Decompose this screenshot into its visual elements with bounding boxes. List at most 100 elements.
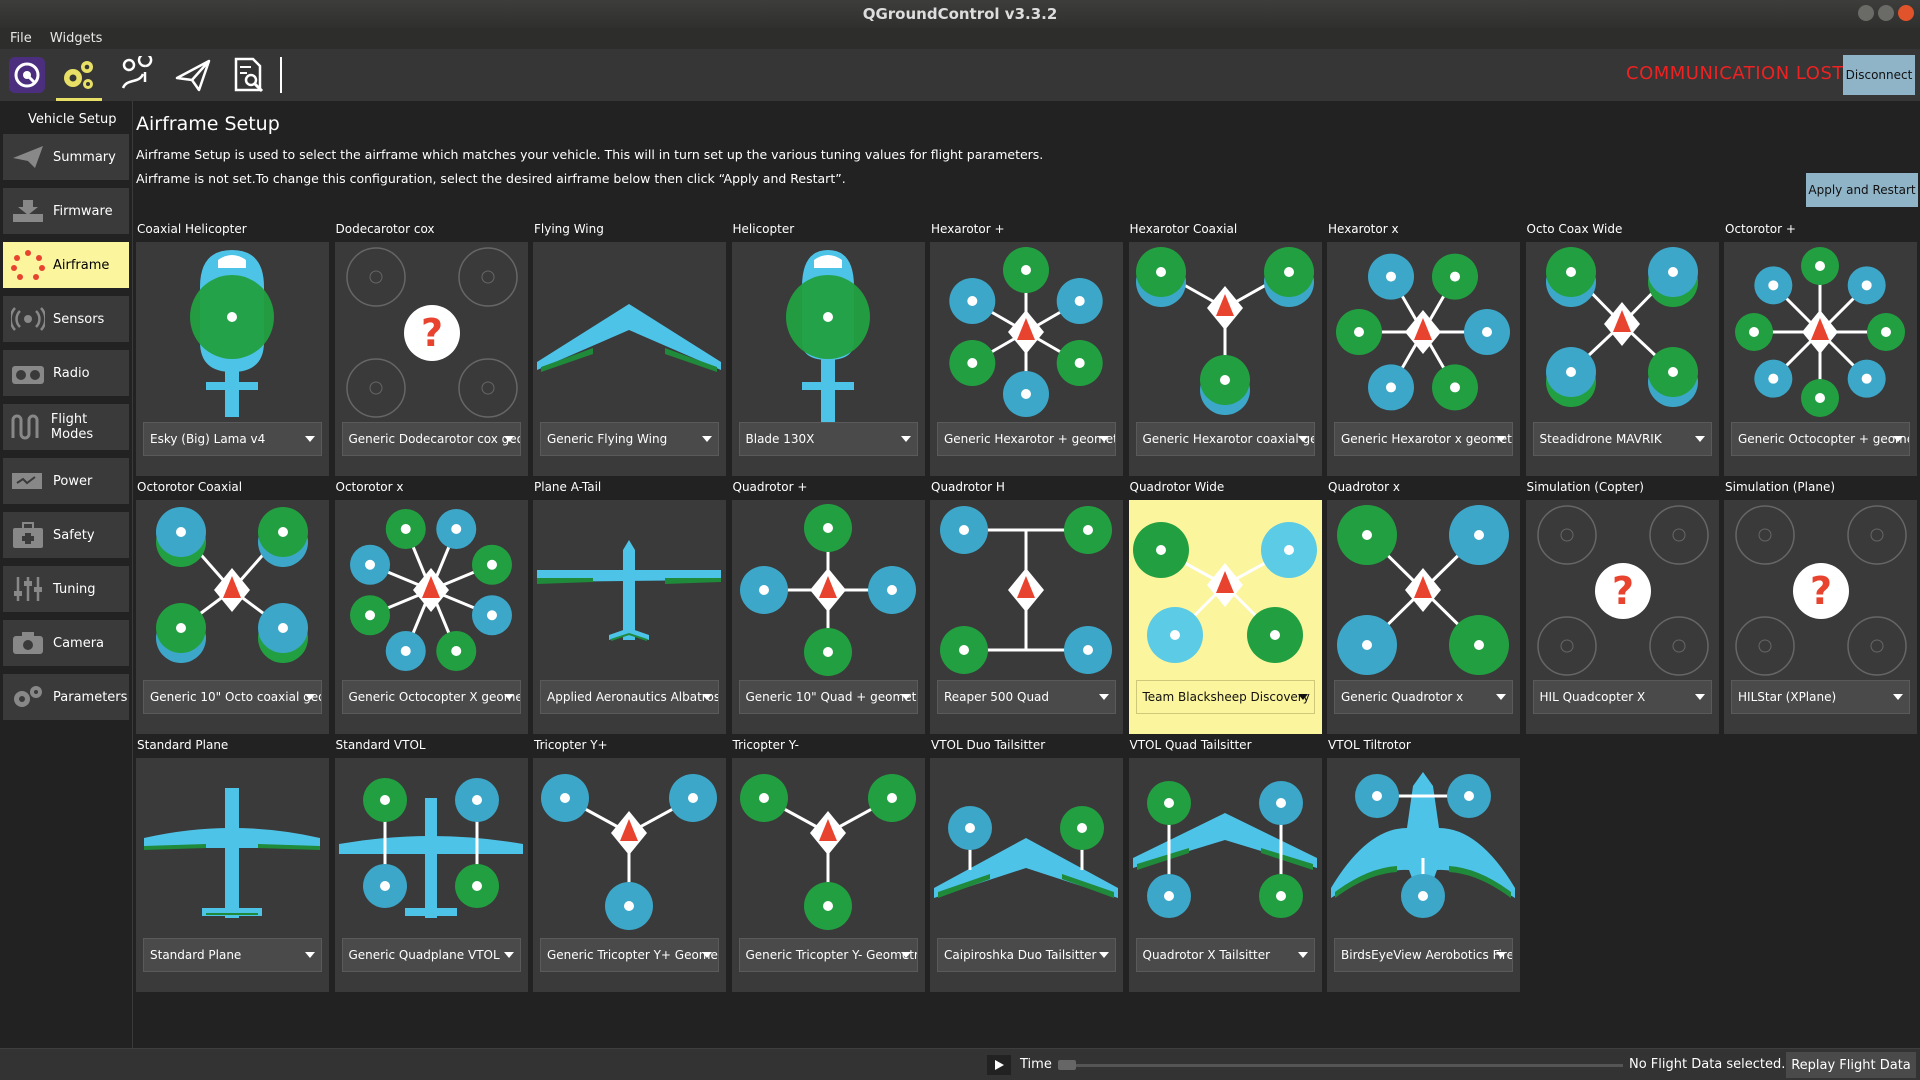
airframe-tile[interactable]: VTOL Tiltrotor BirdsEyeView Aerobotics Fi… (1327, 738, 1520, 992)
airframe-model-dropdown[interactable]: Generic Hexarotor coaxial geome (1135, 422, 1315, 456)
sidebar-item-airframe[interactable]: Airframe (3, 242, 129, 288)
airframe-card[interactable]: ? HIL Quadcopter X (1525, 500, 1719, 734)
airframe-model-dropdown[interactable]: Steadidrone MAVRIK (1532, 422, 1712, 456)
airframe-card[interactable]: Generic Octocopter X geometry (334, 500, 528, 734)
time-slider-handle[interactable] (1058, 1060, 1076, 1070)
airframe-tile[interactable]: Octorotor + Generic Octocopter + geometry (1724, 222, 1917, 476)
airframe-tile[interactable]: Quadrotor H Reaper 500 Quad (930, 480, 1123, 734)
airframe-card[interactable]: BirdsEyeView Aerobotics FireFly6 (1327, 758, 1520, 992)
sidebar-item-tuning[interactable]: Tuning (3, 566, 129, 612)
airframe-model-dropdown[interactable]: HILStar (XPlane) (1731, 680, 1910, 714)
airframe-model-dropdown[interactable]: Quadrotor X Tailsitter (1135, 938, 1315, 972)
sidebar-item-parameters[interactable]: Parameters (3, 674, 129, 720)
sidebar-item-firmware[interactable]: Firmware (3, 188, 129, 234)
menu-file[interactable]: File (10, 31, 32, 46)
maximize-icon[interactable] (1878, 5, 1894, 21)
airframe-card[interactable]: Reaper 500 Quad (930, 500, 1123, 734)
airframe-card[interactable]: Steadidrone MAVRIK (1525, 242, 1719, 476)
airframe-model-dropdown[interactable]: Applied Aeronautics Albatross (540, 680, 719, 714)
airframe-model-dropdown[interactable]: Generic Octocopter + geometry (1731, 422, 1910, 456)
airframe-tile[interactable]: Quadrotor Wide Team Blacksheep Discovery (1128, 480, 1322, 734)
airframe-tile[interactable]: Quadrotor x Generic Quadrotor x (1327, 480, 1520, 734)
replay-flight-data-button[interactable]: Replay Flight Data (1786, 1052, 1916, 1078)
airframe-model-dropdown[interactable]: Generic 10" Octo coaxial geometr (143, 680, 322, 714)
sidebar-item-sensors[interactable]: Sensors (3, 296, 129, 342)
airframe-tile[interactable]: VTOL Quad Tailsitter Quadrotor X Tailsitt… (1128, 738, 1322, 992)
airframe-tile[interactable]: VTOL Duo Tailsitter Caipiroshka Duo Tails… (930, 738, 1123, 992)
airframe-tile[interactable]: Hexarotor + Generic Hexarotor + geometry (930, 222, 1123, 476)
airframe-tile[interactable]: Plane A-Tail Applied Aeronautics Albatros… (533, 480, 726, 734)
qgc-logo-button[interactable] (4, 53, 50, 97)
airframe-model-dropdown[interactable]: Generic Octocopter X geometry (341, 680, 521, 714)
airframe-model-dropdown[interactable]: Standard Plane (143, 938, 322, 972)
airframe-card[interactable]: Esky (Big) Lama v4 (136, 242, 329, 476)
airframe-tile[interactable]: Hexarotor Coaxial Generic Hexarotor coaxi… (1128, 222, 1322, 476)
sidebar-item-safety[interactable]: Safety (3, 512, 129, 558)
airframe-tile[interactable]: Dodecarotor cox? Generic Dodecarotor cox … (334, 222, 528, 476)
airframe-card[interactable]: Generic Hexarotor x geometry (1327, 242, 1520, 476)
airframe-card[interactable]: Blade 130X (731, 242, 925, 476)
disconnect-button[interactable]: Disconnect (1843, 55, 1915, 95)
airframe-card[interactable]: ? HILStar (XPlane) (1724, 500, 1917, 734)
airframe-tile[interactable]: Quadrotor + Generic 10" Quad + geometry (731, 480, 925, 734)
airframe-tile[interactable]: Standard VTOL Generic Quadplane VTOL (334, 738, 528, 992)
time-slider[interactable] (1058, 1060, 1623, 1070)
airframe-model-dropdown[interactable]: Generic Tricopter Y+ Geometry (540, 938, 719, 972)
airframe-tile[interactable]: Simulation (Copter)? HIL Quadcopter X (1525, 480, 1719, 734)
airframe-model-dropdown[interactable]: Generic Flying Wing (540, 422, 719, 456)
sidebar-item-radio[interactable]: Radio (3, 350, 129, 396)
airframe-card[interactable]: Generic 10" Quad + geometry (731, 500, 925, 734)
airframe-model-dropdown[interactable]: Generic 10" Quad + geometry (738, 680, 918, 714)
airframe-card[interactable]: Generic Hexarotor + geometry (930, 242, 1123, 476)
menu-widgets[interactable]: Widgets (50, 31, 103, 46)
airframe-tile[interactable]: Tricopter Y- Generic Tricopter Y- Geometr… (731, 738, 925, 992)
airframe-tile[interactable]: Hexarotor x Generic Hexarotor x geometry (1327, 222, 1520, 476)
airframe-model-dropdown[interactable]: Generic Dodecarotor cox geomet (341, 422, 521, 456)
airframe-tile[interactable]: Octorotor x Generic Octocopter X geometry (334, 480, 528, 734)
airframe-card[interactable]: Standard Plane (136, 758, 329, 992)
airframe-model-dropdown[interactable]: Esky (Big) Lama v4 (143, 422, 322, 456)
airframe-model-dropdown[interactable]: Reaper 500 Quad (937, 680, 1116, 714)
airframe-tile[interactable]: Helicopter Blade 130X (731, 222, 925, 476)
sidebar-item-flight-modes[interactable]: Flight Modes (3, 404, 129, 450)
airframe-model-dropdown[interactable]: BirdsEyeView Aerobotics FireFly6 (1334, 938, 1513, 972)
airframe-model-dropdown[interactable]: Generic Hexarotor + geometry (937, 422, 1116, 456)
airframe-model-dropdown[interactable]: Generic Quadplane VTOL (341, 938, 521, 972)
fly-button[interactable] (170, 53, 216, 97)
airframe-tile[interactable]: Tricopter Y+ Generic Tricopter Y+ Geometr… (533, 738, 726, 992)
sidebar-item-power[interactable]: Power (3, 458, 129, 504)
airframe-card[interactable]: Quadrotor X Tailsitter (1128, 758, 1322, 992)
airframe-card[interactable]: Team Blacksheep Discovery (1128, 500, 1322, 734)
airframe-model-dropdown[interactable]: Generic Hexarotor x geometry (1334, 422, 1513, 456)
sidebar-item-summary[interactable]: Summary (3, 134, 129, 180)
airframe-model-dropdown[interactable]: HIL Quadcopter X (1532, 680, 1712, 714)
play-button[interactable] (987, 1055, 1011, 1075)
analyze-button[interactable] (226, 53, 272, 97)
minimize-icon[interactable] (1858, 5, 1874, 21)
airframe-card[interactable]: Generic Tricopter Y+ Geometry (533, 758, 726, 992)
airframe-tile[interactable]: Simulation (Plane)? HILStar (XPlane) (1724, 480, 1917, 734)
airframe-model-dropdown[interactable]: Team Blacksheep Discovery (1135, 680, 1315, 714)
airframe-card[interactable]: Generic Tricopter Y- Geometry (731, 758, 925, 992)
airframe-model-dropdown[interactable]: Generic Tricopter Y- Geometry (738, 938, 918, 972)
setup-button[interactable] (56, 53, 102, 101)
airframe-model-dropdown[interactable]: Blade 130X (738, 422, 918, 456)
airframe-model-dropdown[interactable]: Caipiroshka Duo Tailsitter (937, 938, 1116, 972)
apply-and-restart-button[interactable]: Apply and Restart (1806, 173, 1918, 207)
airframe-tile[interactable]: Flying Wing Generic Flying Wing (533, 222, 726, 476)
airframe-card[interactable]: Generic Flying Wing (533, 242, 726, 476)
airframe-tile[interactable]: Octorotor Coaxial Generic 10" Octo coaxia… (136, 480, 329, 734)
airframe-card[interactable]: Generic Quadrotor x (1327, 500, 1520, 734)
airframe-tile[interactable]: Coaxial Helicopter Esky (Big) Lama v4 (136, 222, 329, 476)
airframe-card[interactable]: Generic 10" Octo coaxial geometr (136, 500, 329, 734)
airframe-card[interactable]: Generic Hexarotor coaxial geome (1128, 242, 1322, 476)
airframe-card[interactable]: Generic Octocopter + geometry (1724, 242, 1917, 476)
airframe-card[interactable]: Applied Aeronautics Albatross (533, 500, 726, 734)
airframe-model-dropdown[interactable]: Generic Quadrotor x (1334, 680, 1513, 714)
airframe-tile[interactable]: Standard Plane Standard Plane (136, 738, 329, 992)
close-icon[interactable] (1898, 5, 1914, 21)
plan-button[interactable] (114, 53, 160, 97)
airframe-card[interactable]: ? Generic Dodecarotor cox geomet (334, 242, 528, 476)
airframe-tile[interactable]: Octo Coax Wide Steadidrone MAVRIK (1525, 222, 1719, 476)
sidebar-item-camera[interactable]: Camera (3, 620, 129, 666)
